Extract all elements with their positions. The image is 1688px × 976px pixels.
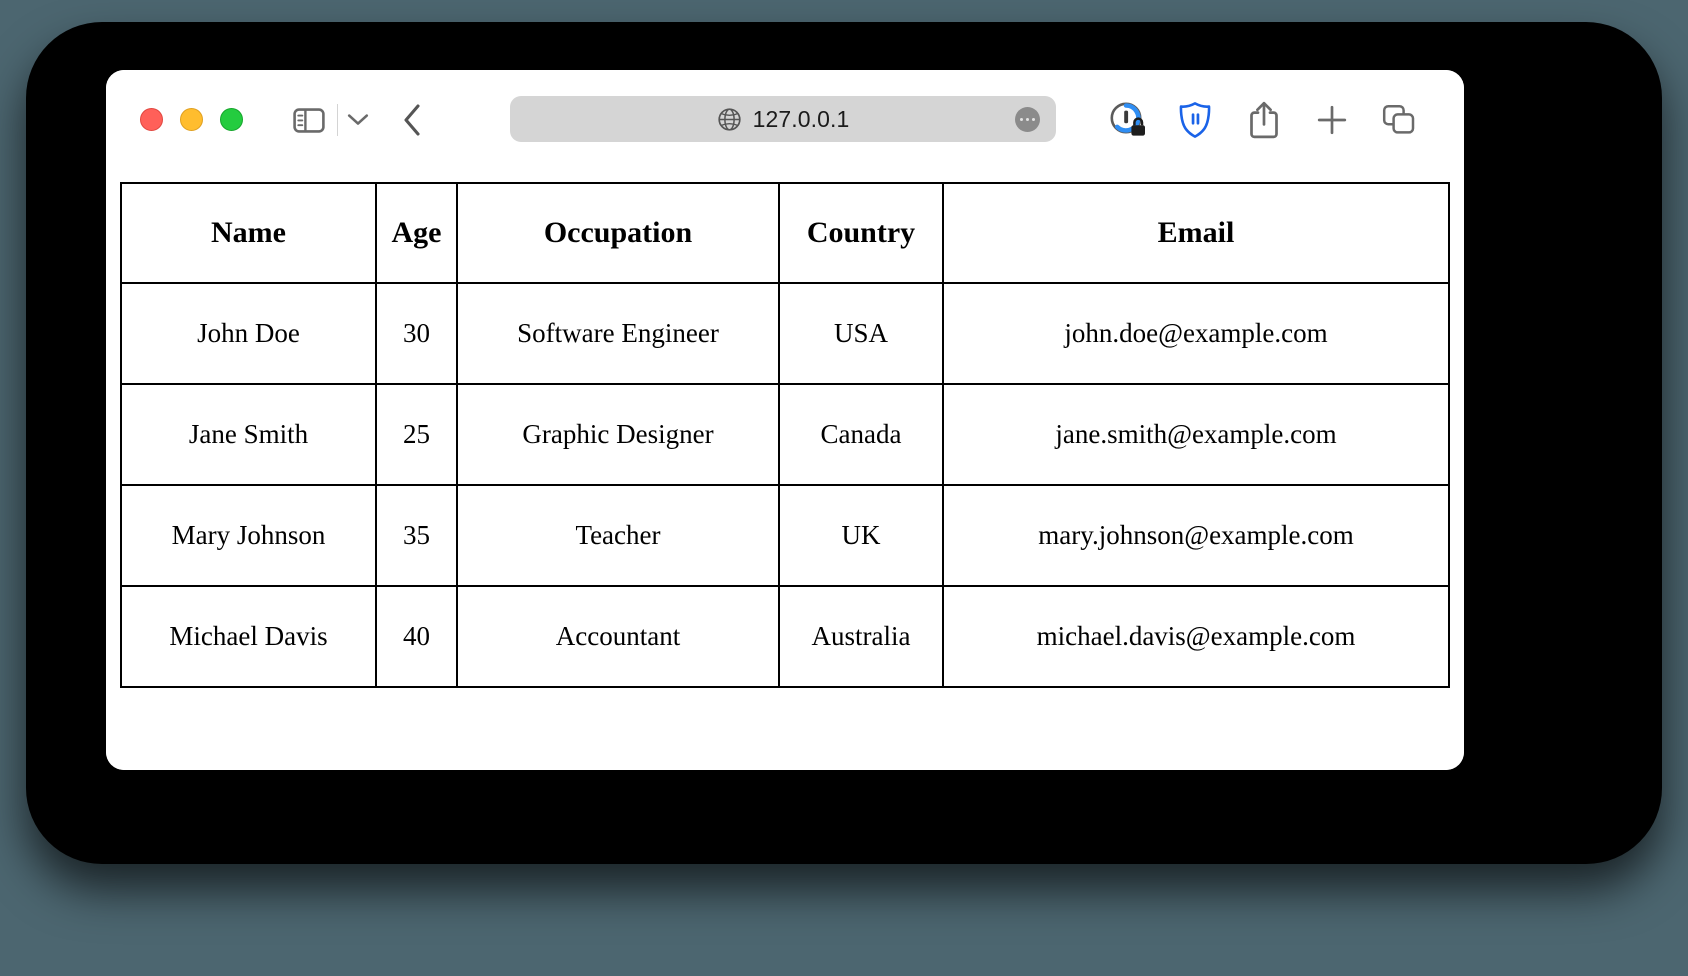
column-header-age: Age xyxy=(375,182,458,284)
table-body: John Doe 30 Software Engineer USA john.d… xyxy=(120,282,1450,688)
cell-email: john.doe@example.com xyxy=(942,282,1450,385)
cell-email: jane.smith@example.com xyxy=(942,383,1450,486)
cell-age: 25 xyxy=(375,383,458,486)
cell-country: USA xyxy=(778,282,944,385)
cell-country: Canada xyxy=(778,383,944,486)
minimize-window-button[interactable] xyxy=(180,108,203,131)
cell-name: John Doe xyxy=(120,282,377,385)
cell-age: 35 xyxy=(375,484,458,587)
cell-age: 30 xyxy=(375,282,458,385)
cell-name: Michael Davis xyxy=(120,585,377,688)
sidebar-icon[interactable] xyxy=(288,104,330,136)
cell-country: Australia xyxy=(778,585,944,688)
ellipsis-icon[interactable] xyxy=(1015,107,1040,132)
shield-pause-icon[interactable] xyxy=(1174,98,1216,142)
cell-occupation: Graphic Designer xyxy=(456,383,780,486)
privacy-report-lock-icon[interactable] xyxy=(1106,98,1150,142)
close-window-button[interactable] xyxy=(140,108,163,131)
browser-window: 127.0.0.1 Name Age Occupation Country Em… xyxy=(106,70,1464,770)
column-header-occupation: Occupation xyxy=(456,182,780,284)
globe-icon xyxy=(717,107,742,132)
cell-age: 40 xyxy=(375,585,458,688)
people-table: Name Age Occupation Country Email John D… xyxy=(120,182,1450,688)
address-bar[interactable]: 127.0.0.1 xyxy=(510,96,1056,142)
chevron-left-icon[interactable] xyxy=(394,102,430,138)
cell-country: UK xyxy=(778,484,944,587)
cell-name: Mary Johnson xyxy=(120,484,377,587)
share-arrow-up-icon[interactable] xyxy=(1244,98,1284,142)
zoom-window-button[interactable] xyxy=(220,108,243,131)
address-bar-text: 127.0.0.1 xyxy=(752,105,850,132)
chevron-down-icon[interactable] xyxy=(344,106,372,134)
column-header-country: Country xyxy=(778,182,944,284)
address-bar-content: 127.0.0.1 xyxy=(717,106,850,133)
table-row: Mary Johnson 35 Teacher UK mary.johnson@… xyxy=(120,484,1450,587)
desktop-backdrop: 127.0.0.1 Name Age Occupation Country Em… xyxy=(0,0,1688,976)
table-row: Michael Davis 40 Accountant Australia mi… xyxy=(120,585,1450,688)
cell-occupation: Software Engineer xyxy=(456,282,780,385)
cell-email: michael.davis@example.com xyxy=(942,585,1450,688)
window-controls xyxy=(140,108,243,131)
page-content: Name Age Occupation Country Email John D… xyxy=(106,170,1464,770)
cell-email: mary.johnson@example.com xyxy=(942,484,1450,587)
tab-overview-icon[interactable] xyxy=(1378,100,1420,140)
plus-icon[interactable] xyxy=(1312,100,1352,140)
toolbar-divider xyxy=(337,104,338,136)
cell-occupation: Teacher xyxy=(456,484,780,587)
cell-name: Jane Smith xyxy=(120,383,377,486)
table-header: Name Age Occupation Country Email xyxy=(120,182,1450,284)
browser-toolbar: 127.0.0.1 xyxy=(106,70,1464,170)
table-header-row: Name Age Occupation Country Email xyxy=(120,182,1450,284)
column-header-email: Email xyxy=(942,182,1450,284)
table-row: John Doe 30 Software Engineer USA john.d… xyxy=(120,282,1450,385)
column-header-name: Name xyxy=(120,182,377,284)
cell-occupation: Accountant xyxy=(456,585,780,688)
table-row: Jane Smith 25 Graphic Designer Canada ja… xyxy=(120,383,1450,486)
